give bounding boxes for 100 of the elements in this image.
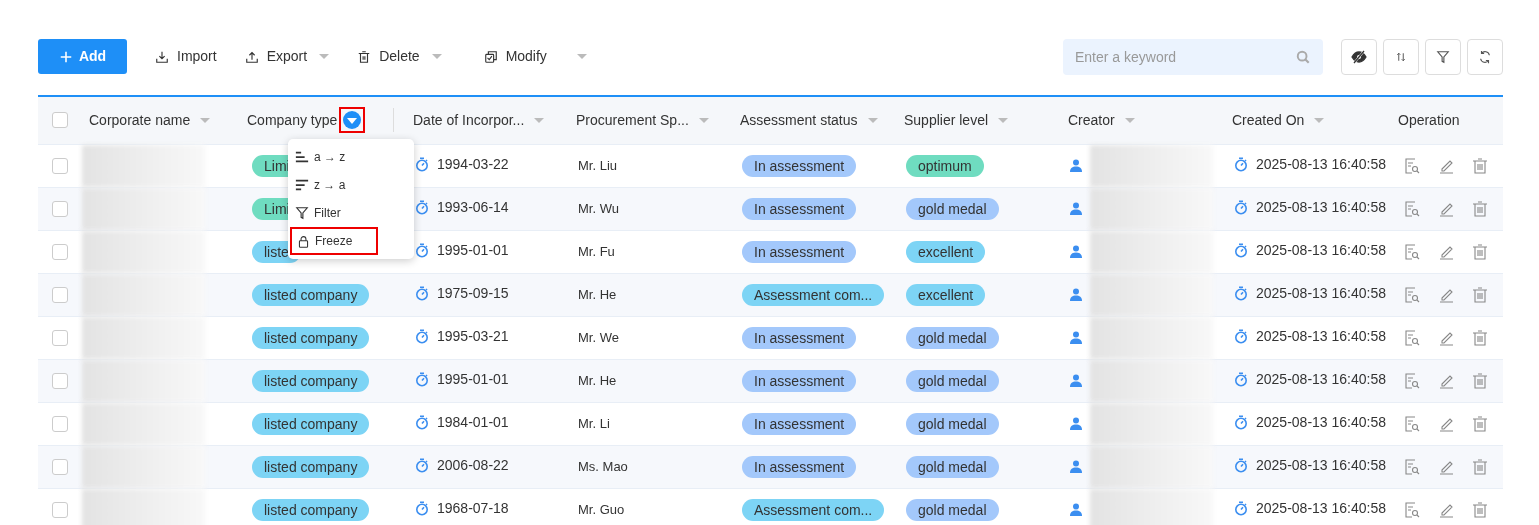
user-icon (1070, 331, 1082, 344)
view-icon[interactable] (1404, 243, 1420, 260)
view-icon[interactable] (1404, 458, 1420, 475)
checkbox[interactable] (52, 286, 68, 303)
table-cell-text: 2025-08-13 16:40:58 (1256, 197, 1386, 217)
stopwatch-icon (1234, 414, 1248, 430)
table-cell-text: 1975-09-15 (437, 283, 509, 303)
checkbox[interactable] (52, 501, 68, 518)
sort-lines-icon (295, 150, 309, 164)
table-cell-text: 1968-07-18 (437, 498, 509, 518)
sort-button[interactable] (1383, 38, 1419, 75)
stopwatch-icon (1234, 500, 1248, 516)
toolbar-button[interactable]: Import (151, 41, 221, 72)
toolbar-button[interactable]: Modify (479, 41, 591, 72)
view-icon[interactable] (1404, 501, 1420, 518)
table-cell-text: 2025-08-13 16:40:58 (1256, 240, 1386, 260)
column-header: Assessment status (740, 110, 858, 130)
table-cell-text: 2025-08-13 16:40:58 (1256, 498, 1386, 518)
table-cell-text: 2025-08-13 16:40:58 (1256, 455, 1386, 475)
user-icon (1070, 374, 1082, 387)
visibility-button[interactable] (1341, 38, 1377, 75)
column-header: Procurement Sp... (576, 110, 689, 130)
column-menu-button[interactable] (341, 109, 364, 132)
trash-icon[interactable] (1472, 286, 1488, 303)
checkbox[interactable] (52, 243, 68, 260)
table-cell: Mr. He (578, 373, 617, 388)
trash-icon[interactable] (1472, 329, 1488, 346)
trash-icon[interactable] (1472, 458, 1488, 475)
trash-icon[interactable] (1472, 372, 1488, 389)
table-cell-text: 1993-06-14 (437, 197, 509, 217)
table-cell: Mr. Guo (578, 502, 625, 517)
level-tag: optimum (906, 154, 984, 177)
table-cell-text: 1984-01-01 (437, 412, 509, 432)
menu-item[interactable]: a → z (288, 143, 414, 171)
stopwatch-icon (415, 457, 429, 473)
status-tag: In assessment (742, 412, 857, 435)
table-cell-text: 2025-08-13 16:40:58 (1256, 369, 1386, 389)
trash-icon[interactable] (1472, 157, 1488, 174)
stopwatch-icon (415, 242, 429, 258)
table-cell-text: 2025-08-13 16:40:58 (1256, 412, 1386, 432)
trash-icon[interactable] (1472, 243, 1488, 260)
checkbox[interactable] (52, 200, 68, 217)
stopwatch-icon (415, 285, 429, 301)
level-tag: gold medal (906, 326, 999, 349)
checkbox[interactable] (52, 372, 68, 389)
column-header: Created On (1232, 110, 1305, 130)
type-tag: listed company (252, 369, 370, 392)
sort-icon (1395, 50, 1407, 63)
type-tag: listed company (252, 326, 370, 349)
table-cell-text: 2006-08-22 (437, 455, 509, 475)
stopwatch-icon (1234, 285, 1248, 301)
trash-icon[interactable] (1472, 501, 1488, 518)
column-header: Supplier level (904, 110, 989, 130)
search-icon (1296, 49, 1310, 64)
type-tag: listed company (252, 283, 370, 306)
menu-item[interactable]: Filter (288, 199, 414, 227)
refresh-button[interactable] (1467, 38, 1503, 75)
filter-icon (295, 206, 309, 220)
table-cell: Mr. He (578, 287, 617, 302)
checkbox[interactable] (52, 157, 68, 174)
view-icon[interactable] (1404, 200, 1420, 217)
filter-icon (1436, 49, 1450, 64)
toolbar-button[interactable]: Export (240, 41, 334, 72)
view-icon[interactable] (1404, 157, 1420, 174)
checkbox[interactable] (52, 329, 68, 346)
toolbar-button[interactable]: Delete (353, 41, 446, 72)
menu-item[interactable]: z → a (288, 171, 414, 199)
table-cell-text: 2025-08-13 16:40:58 (1256, 283, 1386, 303)
column-header: Creator (1068, 110, 1115, 130)
status-tag: In assessment (742, 369, 857, 392)
trash-icon (357, 49, 372, 64)
plus-icon (58, 49, 73, 64)
menu-item[interactable]: Freeze (290, 227, 378, 255)
view-icon[interactable] (1404, 372, 1420, 389)
stopwatch-icon (415, 199, 429, 215)
status-tag: In assessment (742, 455, 857, 478)
stopwatch-icon (415, 500, 429, 516)
trash-icon[interactable] (1472, 200, 1488, 217)
table-cell-text: 1995-03-21 (437, 326, 509, 346)
view-icon[interactable] (1404, 329, 1420, 346)
search-field[interactable]: Enter a keyword (1063, 38, 1323, 75)
checkbox[interactable] (52, 458, 68, 475)
view-icon[interactable] (1404, 286, 1420, 303)
user-icon (1070, 202, 1082, 215)
level-tag: gold medal (906, 455, 999, 478)
table-cell-text: 1995-01-01 (437, 240, 509, 260)
filter-button[interactable] (1425, 38, 1461, 75)
type-tag: listed company (252, 455, 370, 478)
checkbox[interactable] (52, 112, 68, 129)
eye-slash-icon (1351, 48, 1367, 65)
stopwatch-icon (1234, 457, 1248, 473)
view-icon[interactable] (1404, 415, 1420, 432)
checkbox[interactable] (52, 415, 68, 432)
level-tag: gold medal (906, 412, 999, 435)
level-tag: excellent (906, 283, 986, 306)
upload-icon (244, 49, 259, 64)
sort-lines-icon (295, 178, 309, 192)
status-tag: Assessment com... (742, 283, 885, 306)
type-tag: listed company (252, 412, 370, 435)
trash-icon[interactable] (1472, 415, 1488, 432)
